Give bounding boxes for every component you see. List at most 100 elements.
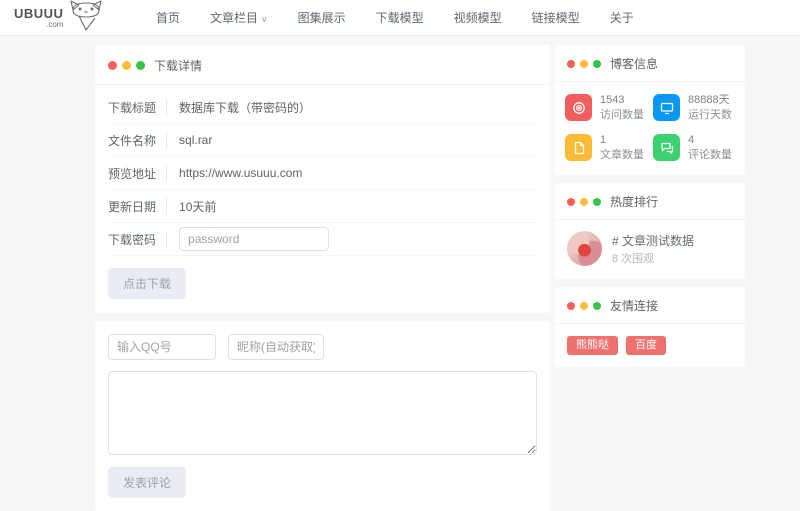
main-column: 下载详情 下载标题 数据库下载（带密码的） 文件名称 sql.rar 预览地址 … (95, 45, 550, 511)
nav-item-video-model-label: 视频模型 (454, 11, 502, 25)
stat-visits-label: 访问数量 (600, 108, 644, 123)
nav-item-about-label: 关于 (610, 11, 634, 25)
nav-item-link-model[interactable]: 链接模型 (532, 9, 580, 26)
yellow-dot-icon (580, 302, 588, 310)
stat-visits-value: 1543 (600, 93, 644, 108)
stat-articles-label: 文章数量 (600, 148, 644, 163)
traffic-dots (108, 61, 145, 70)
traffic-dots (567, 60, 601, 68)
friend-links-header: 友情连接 (555, 287, 745, 324)
comment-inputs (108, 334, 537, 360)
yellow-dot-icon (122, 61, 131, 70)
hot-rank-item-title: # 文章测试数据 (612, 232, 694, 250)
submit-comment-button[interactable]: 发表评论 (108, 467, 186, 498)
comment-card: 发表评论 (95, 321, 550, 511)
comments-icon (653, 134, 680, 161)
green-dot-icon (136, 61, 145, 70)
green-dot-icon (593, 60, 601, 68)
traffic-dots (567, 302, 601, 310)
download-row-preview-url-value[interactable]: https://www.usuuu.com (179, 166, 302, 180)
qq-number-input[interactable] (108, 334, 216, 360)
logo-name: UBUUU (14, 7, 63, 20)
download-row-updated-value: 10天前 (179, 198, 216, 215)
download-row-filename-label: 文件名称 (108, 132, 167, 149)
download-password-label: 下载密码 (108, 231, 167, 248)
download-card-header: 下载详情 (95, 45, 550, 85)
download-details-card: 下载详情 下载标题 数据库下载（带密码的） 文件名称 sql.rar 预览地址 … (95, 45, 550, 313)
nickname-input[interactable] (228, 334, 324, 360)
monitor-icon (653, 94, 680, 121)
stat-running-days-text: 88888天 运行天数 (688, 93, 732, 123)
friend-links-body: 熊熊哒 百度 (555, 324, 745, 367)
sidebar: 博客信息 1543 访问数量 (555, 45, 745, 367)
download-row-preview-url-label: 预览地址 (108, 165, 167, 182)
blog-info-title: 博客信息 (610, 55, 658, 72)
download-password-input[interactable] (179, 227, 329, 251)
nav-item-about[interactable]: 关于 (610, 9, 634, 26)
red-dot-icon (567, 302, 575, 310)
site-logo[interactable]: UBUUU .com (14, 0, 134, 35)
hot-rank-item-text: # 文章测试数据 8 次围观 (612, 232, 694, 266)
hot-rank-title: 热度排行 (610, 193, 658, 210)
logo-tld: .com (46, 21, 63, 29)
red-dot-icon (567, 198, 575, 206)
nav-item-link-model-label: 链接模型 (532, 11, 580, 25)
stat-running-days: 88888天 运行天数 (653, 93, 735, 123)
cat-mascot-icon (65, 0, 107, 35)
download-row-filename: 文件名称 sql.rar (108, 124, 537, 157)
hot-rank-card: 热度排行 # 文章测试数据 8 次围观 (555, 183, 745, 279)
stat-visits-text: 1543 访问数量 (600, 93, 644, 123)
nav-item-gallery-label: 图集展示 (298, 11, 346, 25)
friend-link-1[interactable]: 熊熊哒 (567, 336, 618, 355)
download-row-title-label: 下载标题 (108, 99, 167, 116)
green-dot-icon (593, 198, 601, 206)
blog-stats-grid: 1543 访问数量 88888天 运行天数 (555, 82, 745, 175)
stat-running-days-label: 运行天数 (688, 108, 732, 123)
stat-comments-text: 4 评论数量 (688, 133, 732, 163)
download-row-updated-label: 更新日期 (108, 198, 167, 215)
red-dot-icon (108, 61, 117, 70)
download-row-password: 下载密码 (108, 223, 537, 256)
stat-comments: 4 评论数量 (653, 133, 735, 163)
nav-item-articles-label: 文章栏目 (210, 11, 258, 25)
yellow-dot-icon (580, 198, 588, 206)
download-button[interactable]: 点击下载 (108, 268, 186, 299)
red-dot-icon (567, 60, 575, 68)
hot-rank-item-views: 8 次围观 (612, 250, 694, 266)
nav-item-download-model-label: 下载模型 (376, 11, 424, 25)
download-row-title-value: 数据库下载（带密码的） (179, 99, 311, 116)
stat-comments-value: 4 (688, 133, 732, 148)
nav-item-articles[interactable]: 文章栏目∨ (210, 9, 268, 26)
nav-item-home-label: 首页 (156, 11, 180, 25)
stat-articles-text: 1 文章数量 (600, 133, 644, 163)
nav-item-video-model[interactable]: 视频模型 (454, 9, 502, 26)
stat-visits: 1543 访问数量 (565, 93, 647, 123)
nav-item-home[interactable]: 首页 (156, 9, 180, 26)
comment-textarea[interactable] (108, 371, 537, 455)
chevron-down-icon: ∨ (261, 14, 268, 24)
hot-rank-item[interactable]: # 文章测试数据 8 次围观 (555, 220, 745, 279)
nav-item-gallery[interactable]: 图集展示 (298, 9, 346, 26)
download-card-body: 下载标题 数据库下载（带密码的） 文件名称 sql.rar 预览地址 https… (95, 85, 550, 313)
friend-link-2[interactable]: 百度 (626, 336, 666, 355)
download-row-preview-url: 预览地址 https://www.usuuu.com (108, 157, 537, 190)
nav-menu: 首页 文章栏目∨ 图集展示 下载模型 视频模型 链接模型 关于 (156, 9, 634, 26)
stat-comments-label: 评论数量 (688, 148, 732, 163)
document-icon (565, 134, 592, 161)
friend-links-title: 友情连接 (610, 297, 658, 314)
blog-info-header: 博客信息 (555, 45, 745, 82)
page-container: 下载详情 下载标题 数据库下载（带密码的） 文件名称 sql.rar 预览地址 … (95, 45, 745, 511)
download-card-title: 下载详情 (154, 57, 202, 74)
stat-articles-value: 1 (600, 133, 644, 148)
comment-card-body: 发表评论 (95, 321, 550, 511)
download-row-filename-value: sql.rar (179, 133, 212, 147)
nav-item-download-model[interactable]: 下载模型 (376, 9, 424, 26)
navbar: UBUUU .com 首页 文章栏目∨ 图集展示 下载模型 视频模型 链接模型 … (0, 0, 800, 36)
download-row-title: 下载标题 数据库下载（带密码的） (108, 91, 537, 124)
blog-info-card: 博客信息 1543 访问数量 (555, 45, 745, 175)
yellow-dot-icon (580, 60, 588, 68)
stat-running-days-value: 88888天 (688, 93, 732, 108)
stat-articles: 1 文章数量 (565, 133, 647, 163)
traffic-dots (567, 198, 601, 206)
green-dot-icon (593, 302, 601, 310)
